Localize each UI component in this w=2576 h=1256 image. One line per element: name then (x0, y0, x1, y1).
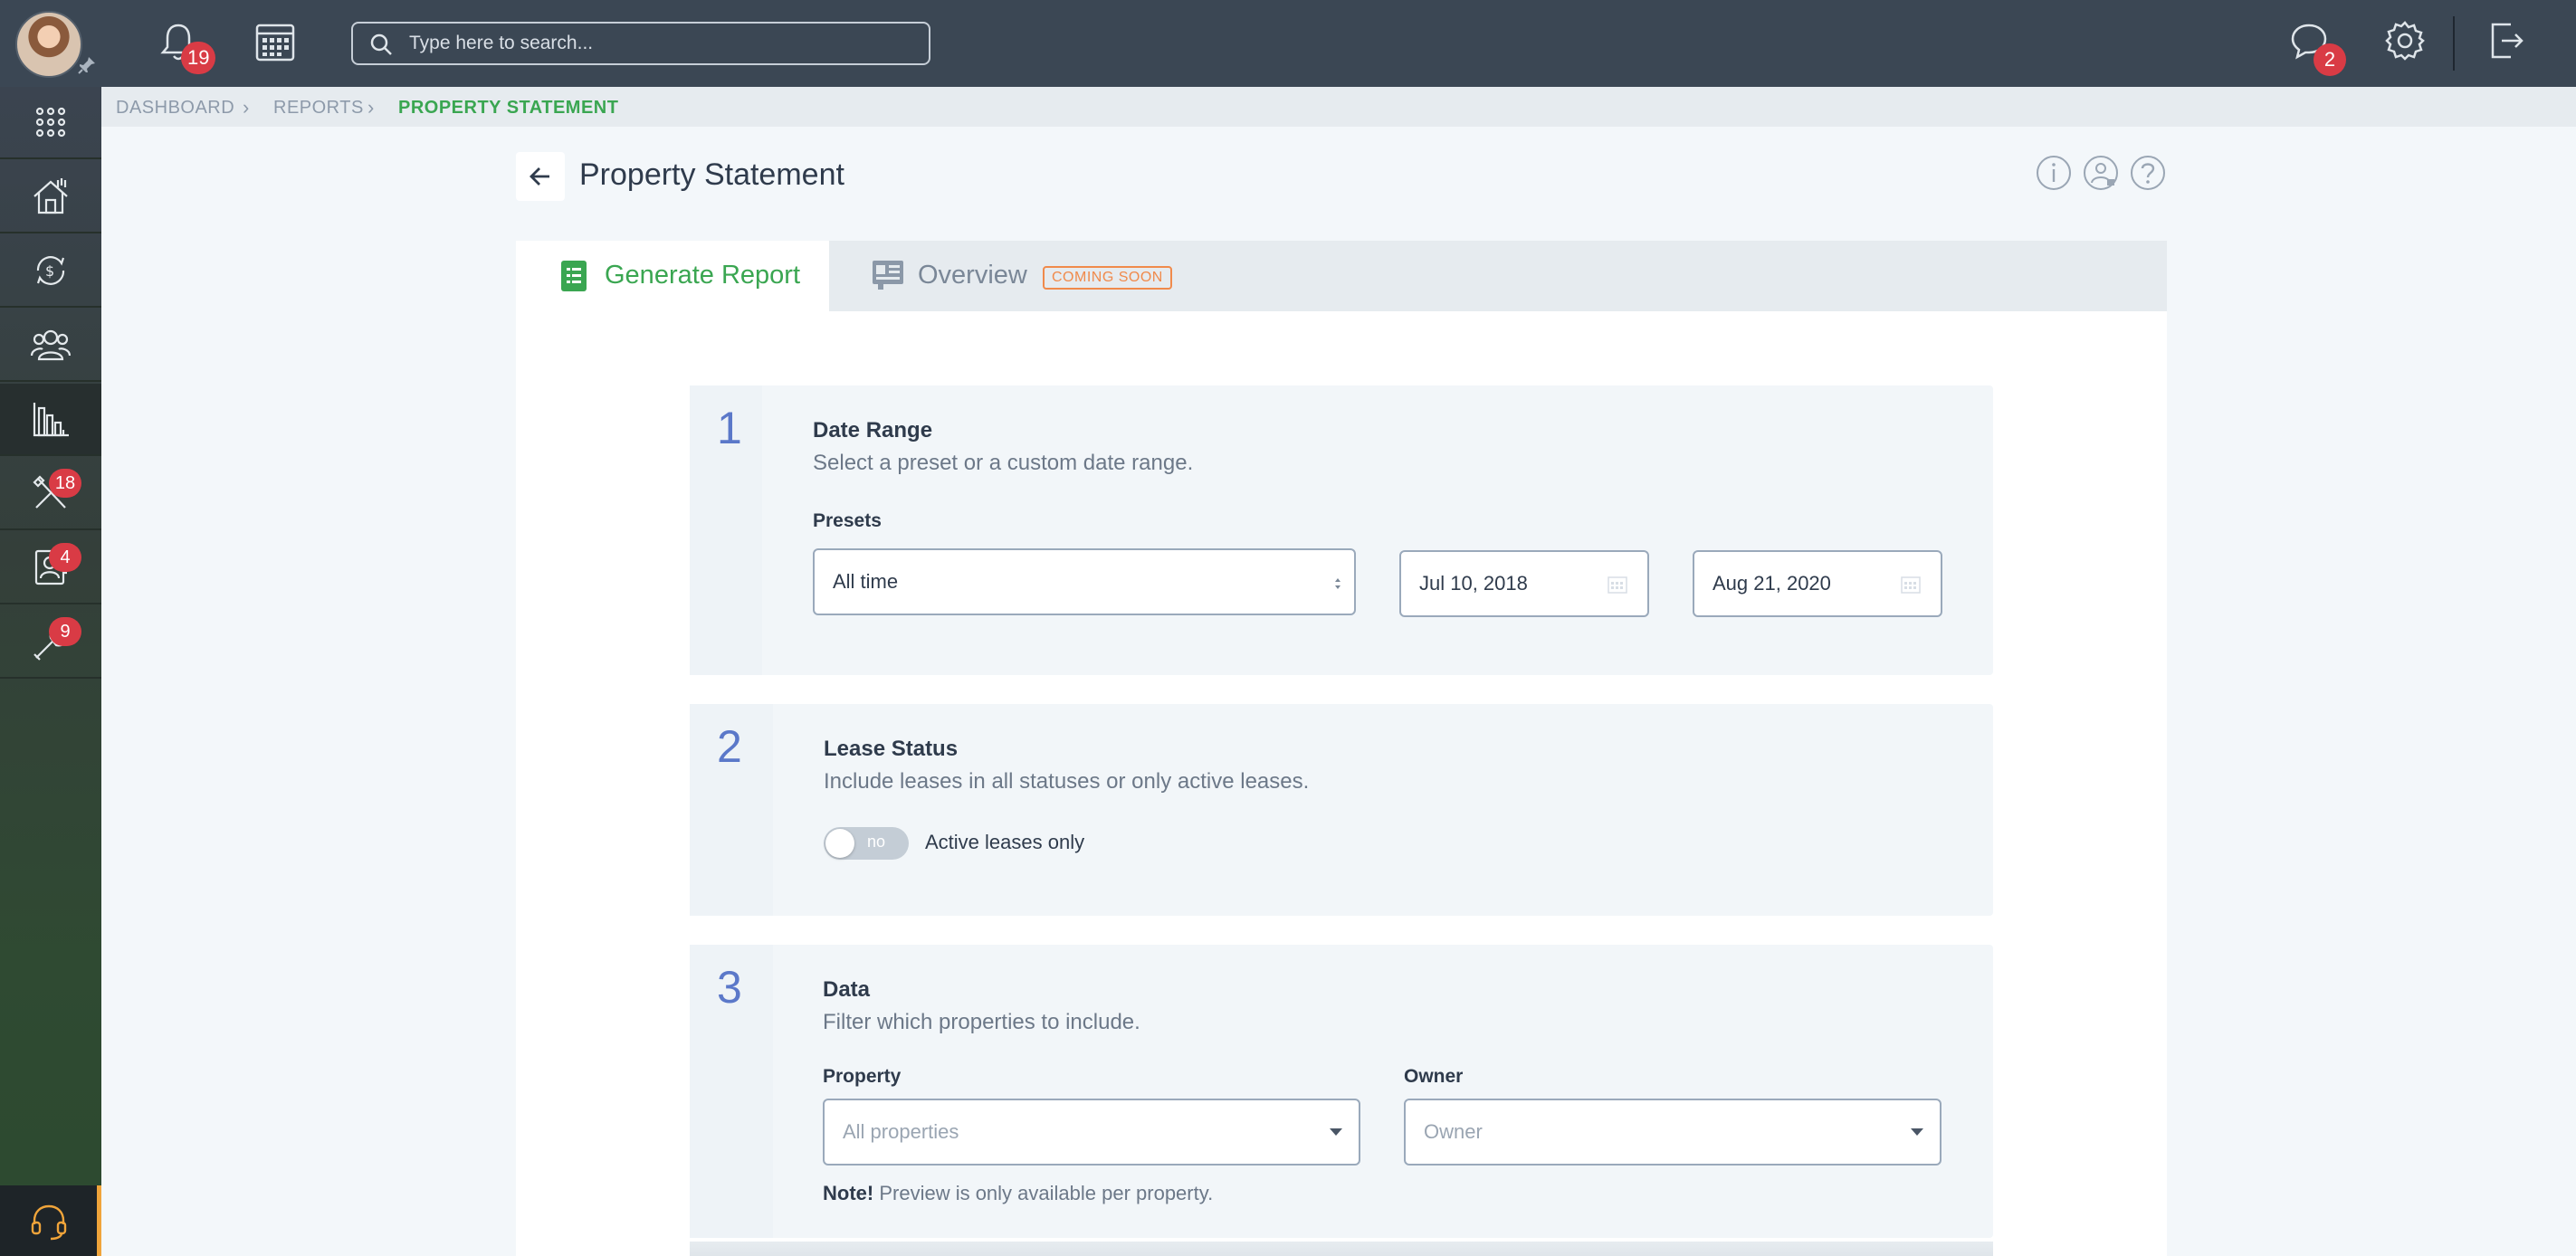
owner-select[interactable]: Owner (1404, 1099, 1942, 1166)
user-lock-icon[interactable] (2082, 154, 2120, 192)
breadcrumb: DASHBOARD › REPORTS › PROPERTY STATEMENT (101, 87, 2576, 127)
sidebar: $ 18 4 9 (0, 87, 101, 1256)
step-number: 1 (717, 403, 742, 453)
end-date-input[interactable]: Aug 21, 2020 (1693, 550, 1942, 617)
notifications-badge: 19 (181, 42, 216, 74)
preview-note: Note! Preview is only available per prop… (823, 1182, 1213, 1205)
messages-badge: 2 (2314, 43, 2346, 76)
money-cycle-icon: $ (36, 256, 65, 285)
property-select[interactable]: All properties (823, 1099, 1360, 1166)
tab-generate-label: Generate Report (605, 261, 801, 290)
calendar-icon (1901, 576, 1921, 594)
headset-icon (31, 1204, 66, 1241)
breadcrumb-current: PROPERTY STATEMENT (398, 98, 619, 118)
sidebar-item-properties[interactable] (0, 161, 101, 233)
owner-placeholder: Owner (1424, 1120, 1483, 1143)
sidebar-item-maintenance[interactable]: 18 (0, 458, 101, 530)
active-leases-label: Active leases only (925, 831, 1085, 853)
presets-label: Presets (813, 510, 882, 531)
breadcrumb-chevron-icon: › (243, 96, 250, 119)
breadcrumb-chevron-icon: › (367, 96, 375, 119)
user-avatar[interactable] (15, 11, 82, 78)
property-placeholder: All properties (843, 1120, 959, 1143)
date-range-description: Select a preset or a custom date range. (813, 451, 1194, 475)
notifications-button[interactable]: 19 (156, 20, 216, 74)
grid-icon (35, 107, 66, 138)
owner-label: Owner (1404, 1066, 1464, 1087)
select-arrows-icon (1335, 578, 1340, 589)
sidebar-item-reports[interactable] (0, 384, 101, 456)
report-sheet-icon (561, 261, 587, 291)
pin-icon[interactable] (76, 54, 98, 76)
svg-text:$: $ (45, 262, 54, 280)
breadcrumb-dashboard[interactable]: DASHBOARD (116, 98, 234, 119)
next-card-edge (690, 1242, 1993, 1256)
calendar-button[interactable] (253, 20, 299, 65)
search-box (351, 22, 930, 65)
tab-overview-label: Overview (918, 261, 1027, 290)
toggle-state: no (867, 833, 886, 851)
chevron-down-icon (1911, 1128, 1923, 1136)
start-date-value: Jul 10, 2018 (1419, 572, 1528, 595)
property-label: Property (823, 1066, 902, 1087)
start-date-input[interactable]: Jul 10, 2018 (1399, 550, 1649, 617)
active-leases-toggle[interactable]: no (824, 827, 909, 860)
data-title: Data (823, 977, 871, 1002)
chevron-down-icon (1330, 1128, 1342, 1136)
page-title: Property Statement (579, 157, 844, 192)
logout-icon (2491, 23, 2524, 59)
sidebar-item-apps[interactable] (0, 87, 101, 159)
people-icon (30, 329, 72, 361)
back-button[interactable] (516, 152, 565, 201)
house-icon (33, 178, 68, 214)
lease-status-title: Lease Status (824, 737, 959, 761)
top-bar: 19 2 (0, 0, 2576, 87)
messages-button[interactable]: 2 (2288, 20, 2346, 76)
breadcrumb-reports[interactable]: REPORTS (273, 98, 364, 119)
end-date-value: Aug 21, 2020 (1713, 572, 1831, 595)
maintenance-badge: 18 (49, 469, 81, 498)
search-icon (370, 33, 392, 55)
presets-select[interactable]: All time (813, 548, 1356, 615)
help-icon[interactable] (2129, 154, 2167, 192)
search-input[interactable] (409, 29, 916, 58)
calendar-icon (1608, 576, 1627, 594)
chart-icon (33, 403, 69, 437)
topbar-divider (2453, 16, 2455, 71)
info-icon[interactable] (2035, 154, 2073, 192)
coming-soon-badge: COMING SOON (1043, 266, 1172, 290)
gear-icon (2385, 21, 2425, 61)
date-range-title: Date Range (813, 418, 933, 442)
sidebar-item-people[interactable] (0, 309, 101, 382)
arrow-left-icon (530, 167, 549, 186)
data-description: Filter which properties to include. (823, 1010, 1140, 1034)
sidebar-item-accounting[interactable]: $ (0, 235, 101, 308)
tab-generate-report[interactable]: Generate Report (516, 241, 829, 313)
tasks-badge: 9 (49, 617, 81, 646)
toggle-knob (825, 829, 854, 858)
step-number: 3 (717, 962, 742, 1013)
sidebar-item-tasks[interactable]: 9 (0, 606, 101, 679)
lease-status-description: Include leases in all statuses or only a… (824, 769, 1310, 794)
logout-button[interactable] (2485, 20, 2531, 65)
overview-card-icon (873, 261, 903, 290)
support-button[interactable] (0, 1185, 101, 1256)
note-strong: Note! (823, 1182, 874, 1204)
presets-value: All time (833, 570, 899, 593)
calendar-icon (255, 24, 295, 62)
note-text: Preview is only available per property. (873, 1182, 1214, 1204)
step-number: 2 (717, 721, 742, 772)
applicants-badge: 4 (49, 543, 81, 572)
settings-button[interactable] (2384, 20, 2429, 65)
sidebar-item-applicants[interactable]: 4 (0, 532, 101, 604)
